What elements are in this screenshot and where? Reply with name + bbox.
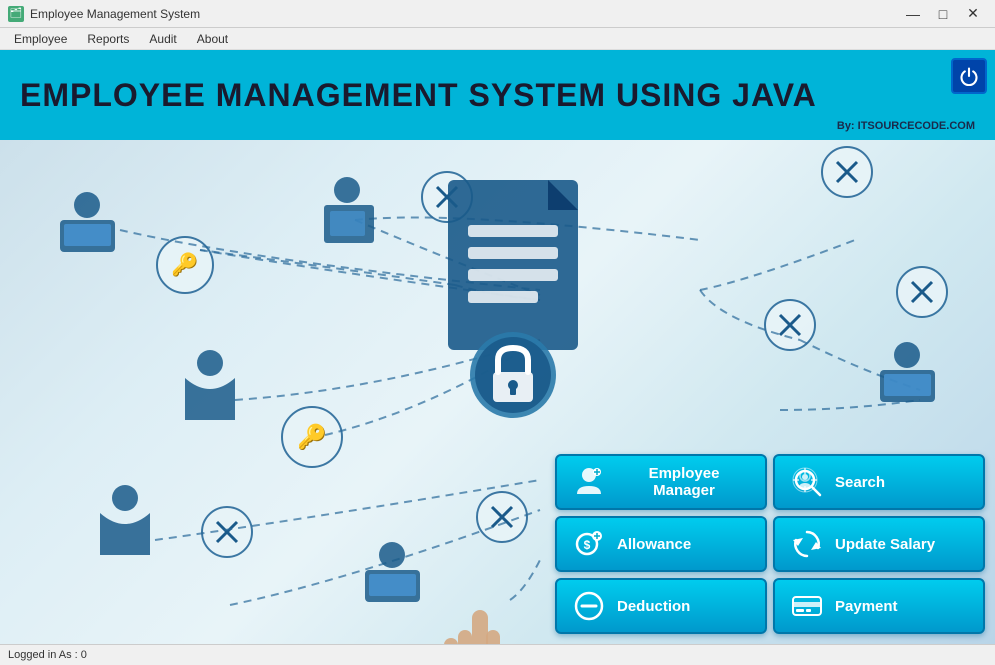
payment-icon: [789, 588, 825, 624]
header-banner: EMPLOYEE MANAGEMENT SYSTEM USING JAVA By…: [0, 50, 995, 140]
payment-label: Payment: [835, 598, 898, 615]
menu-audit[interactable]: Audit: [139, 30, 186, 48]
window-controls: — □ ✕: [899, 3, 987, 25]
person-node-4: [175, 350, 245, 430]
minimize-button[interactable]: —: [899, 3, 927, 25]
person-node-2: [310, 175, 385, 255]
allowance-label: Allowance: [617, 536, 691, 553]
power-icon: [959, 66, 979, 86]
svg-text:🔑: 🔑: [171, 251, 198, 278]
payment-button[interactable]: Payment: [773, 578, 985, 634]
employee-manager-label: Employee Manager: [617, 465, 751, 499]
power-button[interactable]: [951, 58, 987, 94]
update-salary-button[interactable]: Update Salary: [773, 516, 985, 572]
menu-employee[interactable]: Employee: [4, 30, 77, 48]
menu-reports[interactable]: Reports: [77, 30, 139, 48]
status-bar: Logged in As : 0: [0, 644, 995, 664]
key-node-2: 🔑: [280, 405, 345, 475]
deduction-icon: [571, 588, 607, 624]
close-button[interactable]: ✕: [959, 3, 987, 25]
employee-manager-icon: [571, 464, 607, 500]
employee-manager-button[interactable]: Employee Manager: [555, 454, 767, 510]
x-node-5: [200, 505, 255, 565]
x-node-6: [475, 490, 530, 550]
x-node-2: [820, 145, 875, 205]
main-content: .dline { stroke: #2a6a9a; stroke-width: …: [0, 50, 995, 664]
lock-icon-overlay: [468, 330, 558, 420]
svg-text:🔑: 🔑: [297, 422, 327, 451]
window-title-left: 🗂 Employee Management System: [8, 6, 200, 22]
app-icon: 🗂: [8, 6, 24, 22]
menu-bar: Employee Reports Audit About: [0, 28, 995, 50]
header-subtitle: By: ITSOURCECODE.COM: [837, 120, 975, 132]
update-salary-label: Update Salary: [835, 536, 935, 553]
maximize-button[interactable]: □: [929, 3, 957, 25]
window-title: Employee Management System: [30, 7, 200, 21]
x-node-4: [763, 298, 818, 358]
status-text: Logged in As : 0: [8, 649, 87, 661]
deduction-label: Deduction: [617, 598, 690, 615]
person-node-6: [355, 540, 430, 620]
window-titlebar: 🗂 Employee Management System — □ ✕: [0, 0, 995, 28]
buttons-container: Employee Manager: [555, 454, 985, 634]
allowance-button[interactable]: $ Allowance: [555, 516, 767, 572]
update-salary-icon: [789, 526, 825, 562]
svg-text:$: $: [584, 538, 591, 552]
search-label: Search: [835, 474, 885, 491]
menu-about[interactable]: About: [187, 30, 238, 48]
allowance-icon: $: [571, 526, 607, 562]
deduction-button[interactable]: Deduction: [555, 578, 767, 634]
x-node-3: [895, 265, 950, 325]
person-node-3: [870, 340, 945, 420]
person-node-5: [90, 485, 160, 565]
search-button[interactable]: Search: [773, 454, 985, 510]
person-node-1: [50, 190, 125, 270]
key-node-1: 🔑: [155, 235, 215, 300]
header-title: EMPLOYEE MANAGEMENT SYSTEM USING JAVA: [20, 77, 817, 114]
search-icon: [789, 464, 825, 500]
